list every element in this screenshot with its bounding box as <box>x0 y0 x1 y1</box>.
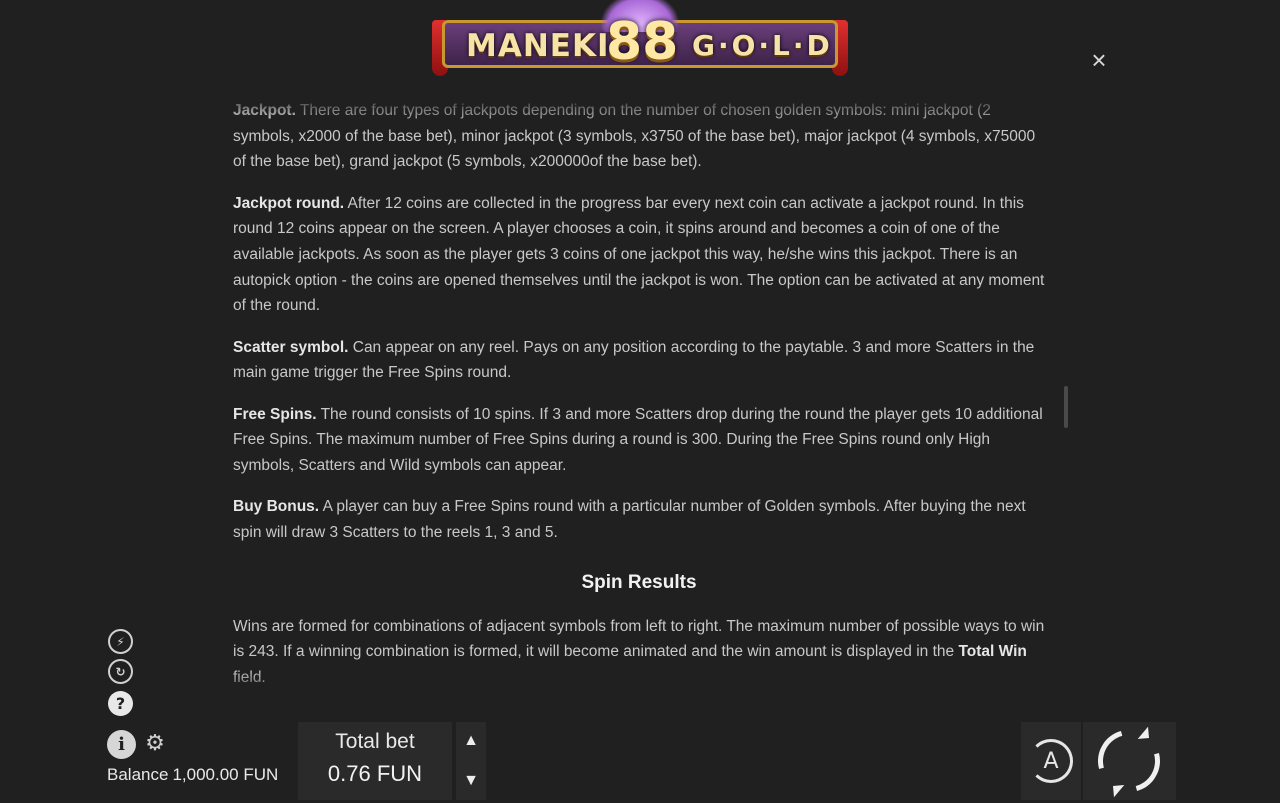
spin-icon <box>1086 718 1172 803</box>
rule-text: The round consists of 10 spins. If 3 and… <box>233 405 1043 474</box>
close-icon[interactable]: × <box>1087 47 1111 73</box>
rule-title: Jackpot round. <box>233 194 345 212</box>
rule-title: Free Spins. <box>233 405 317 423</box>
total-bet-value: 0.76 FUN <box>327 761 423 786</box>
logo-text-gold: G·O·L·D <box>692 29 833 62</box>
spin-button[interactable] <box>1083 718 1176 803</box>
rule-text-tail: field. <box>233 668 266 686</box>
balance-label: Balance <box>107 765 169 784</box>
rule-paragraph-jackpot-round: Jackpot round. After 12 coins are collec… <box>233 191 1045 320</box>
rule-paragraph-free-spins: Free Spins. The round consists of 10 spi… <box>233 402 1045 479</box>
help-icon[interactable]: ? <box>108 691 133 716</box>
autoplay-button-label: A <box>1043 748 1059 774</box>
logo-text-88: 88 <box>606 12 679 72</box>
bet-increase-icon[interactable]: ▲ <box>463 733 479 749</box>
scrollbar-thumb[interactable] <box>1064 386 1068 428</box>
rule-bold-term: Total Win <box>958 643 1027 661</box>
rule-text: After 12 coins are collected in the prog… <box>233 194 1045 315</box>
logo-text-maneki: MANEKI <box>466 28 610 64</box>
bet-decrease-icon[interactable]: ▼ <box>463 773 479 789</box>
rule-title: Jackpot. <box>233 102 296 119</box>
total-bet-panel: Total bet 0.76 FUN <box>298 722 452 800</box>
total-bet-label: Total bet <box>335 730 415 753</box>
autoplay-button[interactable]: A <box>1021 722 1081 800</box>
turbo-icon[interactable]: ⚡ <box>108 629 133 654</box>
balance-display: Balance 1,000.00 FUN <box>107 765 278 785</box>
rule-paragraph-buy-bonus: Buy Bonus. A player can buy a Free Spins… <box>233 494 1045 545</box>
rule-text: Can appear on any reel. Pays on any posi… <box>233 338 1035 382</box>
game-logo: MANEKI 88 G·O·L·D <box>430 0 850 82</box>
info-icon[interactable]: i <box>107 730 136 759</box>
rule-paragraph-scatter: Scatter symbol. Can appear on any reel. … <box>233 335 1045 386</box>
rules-content[interactable]: Jackpot. There are four types of jackpot… <box>233 98 1045 698</box>
rule-paragraph-jackpot: Jackpot. There are four types of jackpot… <box>233 98 1045 175</box>
section-title-spin-results: Spin Results <box>581 571 697 593</box>
rule-title: Buy Bonus. <box>233 498 320 516</box>
rule-paragraph-spin-results: Wins are formed for combinations of adja… <box>233 614 1045 691</box>
autoplay-icon[interactable]: ↻ <box>108 659 133 684</box>
rule-text: Wins are formed for combinations of adja… <box>233 617 1045 661</box>
balance-value: 1,000.00 FUN <box>172 765 279 784</box>
autoplay-button-icon: A <box>1029 739 1073 783</box>
rule-text: There are four types of jackpots dependi… <box>233 102 1036 171</box>
gear-icon[interactable]: ⚙ <box>144 731 166 755</box>
rule-title: Scatter symbol. <box>233 338 349 356</box>
bet-stepper: ▲ ▼ <box>456 722 486 800</box>
rule-text: A player can buy a Free Spins round with… <box>233 498 1026 541</box>
